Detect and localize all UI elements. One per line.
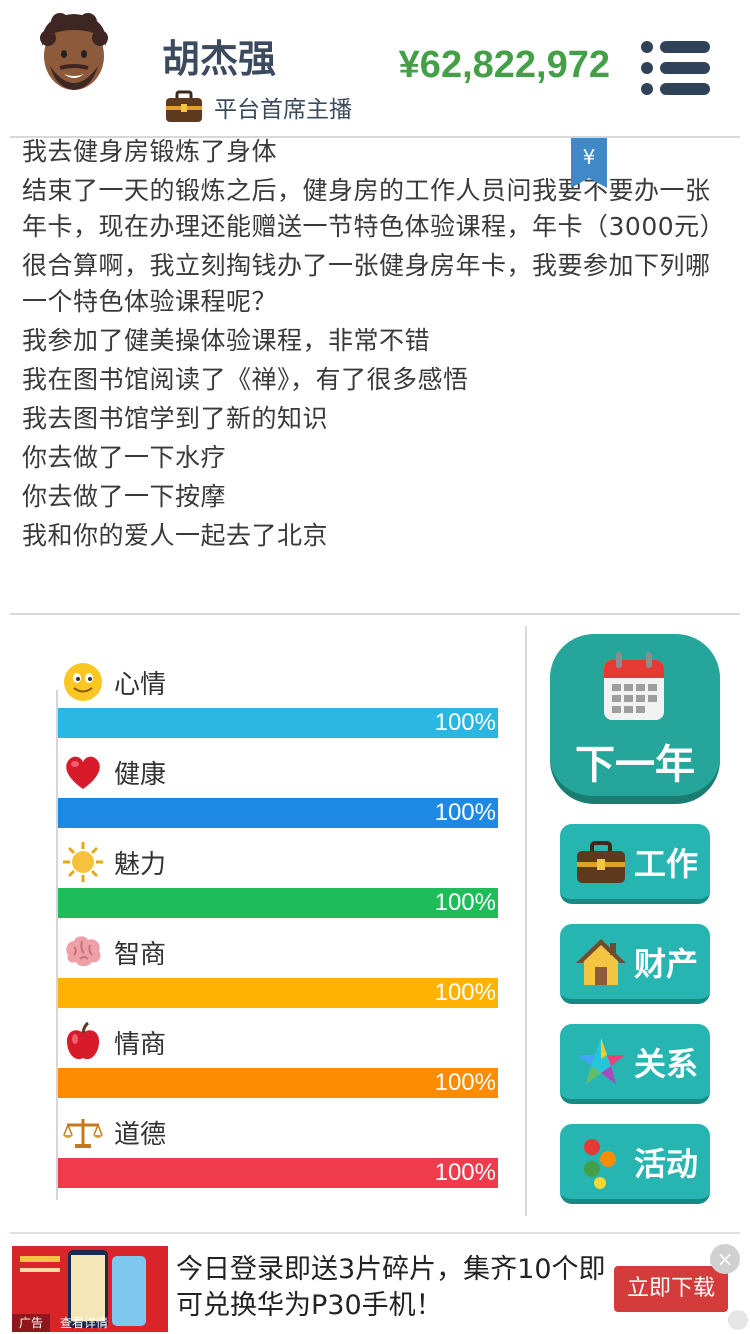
log-divider [10, 613, 740, 615]
briefcase-icon [577, 840, 625, 883]
stat-value: 100% [434, 709, 496, 736]
profile-header: 胡杰强 平台首席主播 ¥62,822,972 [0, 0, 750, 136]
sun-icon [63, 842, 103, 882]
log-line: 我和你的爱人一起去了北京 [22, 521, 329, 550]
log-line: 很合算啊，我立刻掏钱办了一张健身房年卡，我要参加下列哪一个特色体验课程呢？ [22, 251, 711, 316]
stat-bar: 100% [58, 1158, 498, 1188]
player-title-text: 平台首席主播 [214, 97, 352, 123]
stat-label: 魅力 [114, 849, 167, 880]
stat-value: 100% [434, 979, 496, 1006]
ad-small-text: 查看详情 [60, 1316, 109, 1330]
stat-charm: 魅力 100% [58, 840, 498, 918]
stat-eq: 情商 100% [58, 1020, 498, 1098]
next-year-label: 下一年 [575, 742, 695, 788]
activities-icon [584, 1138, 616, 1189]
apple-icon [66, 1021, 100, 1060]
stat-value: 100% [434, 889, 496, 916]
ad-badge: 广告 [12, 1314, 50, 1332]
activities-label: 活动 [634, 1144, 699, 1183]
stat-label: 心情 [114, 669, 167, 700]
close-icon[interactable]: × [710, 1244, 740, 1274]
stat-bar: 100% [58, 978, 498, 1008]
scales-icon [63, 1119, 103, 1148]
stat-bar: 100% [58, 1068, 498, 1098]
work-label: 工作 [634, 844, 699, 883]
work-button[interactable]: 工作 [560, 824, 710, 904]
yen-bookmark-icon[interactable]: ¥ [571, 138, 607, 188]
player-name: 胡杰强 [162, 37, 277, 81]
menu-icon[interactable] [640, 40, 712, 96]
avatar[interactable] [30, 8, 118, 100]
log-line: 我在图书馆阅读了《禅》，有了很多感悟 [22, 365, 469, 394]
event-log[interactable]: 我去健身房锻炼了身体 结束了一天的锻炼之后，健身房的工作人员问我要不要办一张年卡… [22, 134, 732, 604]
log-line: 你去做了一下按摩 [22, 482, 227, 511]
player-title: 平台首席主播 [164, 90, 352, 124]
relations-button[interactable]: 关系 [560, 1024, 710, 1104]
ad-logo-icon [728, 1310, 748, 1330]
brain-icon [66, 936, 101, 967]
stat-label: 智商 [114, 939, 167, 970]
star-icon [577, 1037, 625, 1084]
ad-divider [10, 1232, 740, 1234]
money-balance: ¥62,822,972 [398, 44, 610, 86]
relations-label: 关系 [634, 1044, 699, 1083]
stat-value: 100% [434, 799, 496, 826]
stat-label: 健康 [114, 759, 167, 790]
svg-text:¥: ¥ [583, 145, 596, 169]
log-line: 我去图书馆学到了新的知识 [22, 404, 329, 433]
log-line: 我参加了健美操体验课程，非常不错 [22, 326, 431, 355]
house-icon [576, 938, 626, 985]
stat-morality: 道德 100% [58, 1110, 498, 1188]
stat-label: 道德 [114, 1119, 167, 1150]
log-line: 结束了一天的锻炼之后，健身房的工作人员问我要不要办一张年卡，现在办理还能赠送一节… [22, 176, 726, 241]
calendar-icon [604, 652, 664, 720]
panel-divider [525, 626, 527, 1216]
briefcase-icon [166, 90, 202, 122]
stats-panel: 心情 100% 健康 100% 魅力 100% 智商 100% 情商 100% … [0, 630, 520, 1210]
ad-download-button[interactable]: 立即下载 [614, 1266, 728, 1312]
stat-bar: 100% [58, 708, 498, 738]
stat-health: 健康 100% [58, 750, 498, 828]
next-year-button[interactable]: 下一年 [550, 634, 720, 802]
stat-mood: 心情 100% [58, 660, 498, 738]
heart-icon [66, 756, 100, 789]
stat-iq: 智商 100% [58, 930, 498, 1008]
stat-value: 100% [434, 1069, 496, 1096]
property-button[interactable]: 财产 [560, 924, 710, 1004]
property-label: 财产 [634, 944, 699, 983]
stat-value: 100% [434, 1159, 496, 1186]
log-line: 我去健身房锻炼了身体 [22, 137, 278, 166]
ad-text[interactable]: 今日登录即送3片碎片，集齐10个即可兑换华为P30手机！ [176, 1252, 606, 1324]
stat-bar: 100% [58, 798, 498, 828]
activities-button[interactable]: 活动 [560, 1124, 710, 1204]
stat-label: 情商 [114, 1029, 167, 1060]
smiley-icon [64, 663, 102, 701]
stat-bar: 100% [58, 888, 498, 918]
log-line: 你去做了一下水疗 [22, 443, 227, 472]
